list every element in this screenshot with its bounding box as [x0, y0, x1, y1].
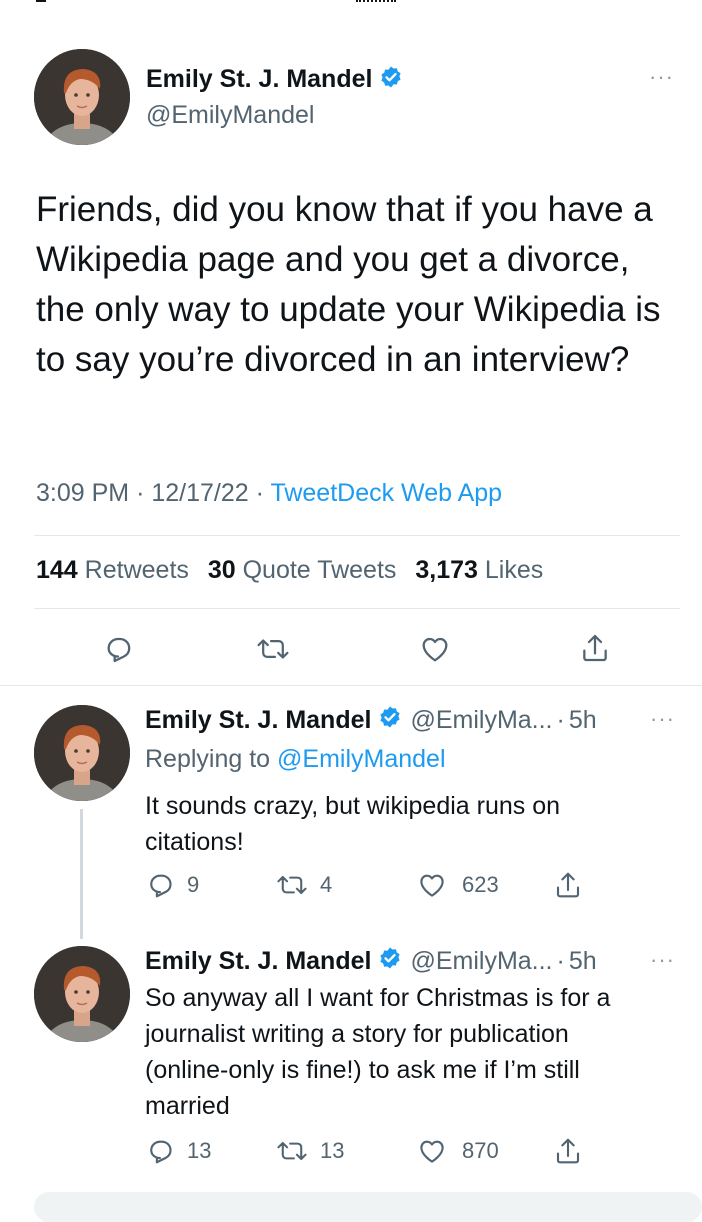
likes-label: Likes — [484, 556, 544, 584]
reply-author-name[interactable]: Emily St. J. Mandel — [145, 947, 371, 976]
retweet-button[interactable]: 4 — [276, 870, 332, 900]
retweet-count: 4 — [320, 872, 333, 897]
retweet-button[interactable]: 13 — [276, 1136, 344, 1166]
tweet-metadata: 3:09 PM · 12/17/22 · TweetDeck Web App — [36, 479, 502, 508]
reply-count: 9 — [187, 872, 200, 897]
previous-content-edge — [0, 0, 702, 4]
reply-separator: · — [556, 706, 565, 734]
reply-button[interactable]: 13 — [145, 1136, 211, 1166]
reply-icon — [150, 874, 172, 898]
reply-timestamp[interactable]: 5h — [569, 706, 597, 735]
share-icon — [583, 634, 607, 662]
tweet-date[interactable]: 12/17/22 — [151, 479, 248, 507]
reply-header: Emily St. J. Mandel @EmilyMa... · 5h — [145, 946, 597, 977]
reply-button[interactable] — [102, 633, 134, 665]
verified-badge-icon — [379, 65, 403, 94]
main-author-name-row: Emily St. J. Mandel — [146, 65, 403, 94]
like-count: 623 — [462, 872, 499, 897]
reply-timestamp[interactable]: 5h — [569, 947, 597, 976]
quotes-stat[interactable]: 30 Quote Tweets — [208, 556, 397, 584]
more-icon[interactable]: ··· — [650, 708, 675, 730]
retweets-stat[interactable]: 144 Retweets — [36, 556, 189, 584]
main-author-avatar[interactable] — [34, 49, 130, 145]
share-icon — [556, 1138, 580, 1164]
more-icon[interactable]: ··· — [649, 66, 674, 88]
replying-to-line: Replying to @EmilyMandel — [145, 745, 446, 774]
retweets-count: 144 — [36, 556, 78, 584]
quotes-label: Quote Tweets — [242, 556, 397, 584]
likes-stat[interactable]: 3,173 Likes — [415, 556, 543, 584]
verified-badge-icon — [378, 705, 402, 736]
share-button[interactable] — [553, 869, 583, 901]
heart-icon — [420, 1140, 444, 1163]
reply-icon — [107, 637, 131, 663]
likes-count: 3,173 — [415, 556, 478, 584]
reply-author-handle[interactable]: @EmilyMa... — [410, 947, 552, 976]
share-icon — [556, 872, 580, 898]
verified-badge-icon — [378, 946, 402, 977]
reply-separator: · — [556, 947, 565, 975]
like-button[interactable]: 870 — [416, 1136, 499, 1166]
reply-icon — [150, 1140, 172, 1164]
share-button[interactable] — [579, 631, 611, 665]
heart-icon — [420, 874, 444, 897]
reply-author-handle[interactable]: @EmilyMa... — [410, 706, 552, 735]
tweet-source-link[interactable]: TweetDeck Web App — [270, 479, 502, 507]
retweet-button[interactable] — [256, 633, 290, 665]
reply-tweet-text: It sounds crazy, but wikipedia runs on c… — [145, 792, 561, 856]
retweet-icon — [277, 875, 307, 895]
reply-author-avatar[interactable] — [34, 946, 130, 1042]
retweet-icon — [257, 639, 289, 659]
tweet-time: 3:09 PM — [36, 479, 130, 507]
divider — [0, 685, 702, 686]
reply-header: Emily St. J. Mandel @EmilyMa... · 5h — [145, 705, 597, 736]
reply-count: 13 — [187, 1138, 212, 1163]
meta-separator: · — [255, 479, 264, 507]
retweets-label: Retweets — [84, 556, 189, 584]
reply-author-name[interactable]: Emily St. J. Mandel — [145, 706, 371, 735]
meta-separator: · — [136, 479, 145, 507]
like-button[interactable] — [418, 633, 452, 665]
main-author-handle[interactable]: @EmilyMandel — [146, 101, 314, 130]
replying-to-label: Replying to — [145, 745, 271, 773]
heart-icon — [422, 637, 448, 662]
reply-button[interactable]: 9 — [145, 870, 199, 900]
reply-tweet-text: So anyway all I want for Christmas is fo… — [145, 984, 611, 1120]
replying-to-handle-link[interactable]: @EmilyMandel — [277, 745, 445, 773]
divider — [34, 608, 680, 609]
quotes-count: 30 — [207, 556, 236, 584]
thread-connector-line — [80, 809, 83, 939]
reply-compose-box[interactable] — [34, 1192, 702, 1222]
more-icon[interactable]: ··· — [650, 949, 675, 971]
tweet-stats: 144 Retweets 30 Quote Tweets 3,173 Likes — [36, 556, 543, 585]
reply-author-avatar[interactable] — [34, 705, 130, 801]
divider — [34, 535, 680, 536]
share-button[interactable] — [553, 1135, 583, 1167]
main-author-name[interactable]: Emily St. J. Mandel — [146, 65, 372, 94]
main-tweet-text: Friends, did you know that if you have a… — [36, 190, 661, 379]
like-count: 870 — [462, 1138, 499, 1163]
retweet-count: 13 — [320, 1138, 345, 1163]
retweet-icon — [277, 1141, 307, 1161]
like-button[interactable]: 623 — [416, 870, 499, 900]
